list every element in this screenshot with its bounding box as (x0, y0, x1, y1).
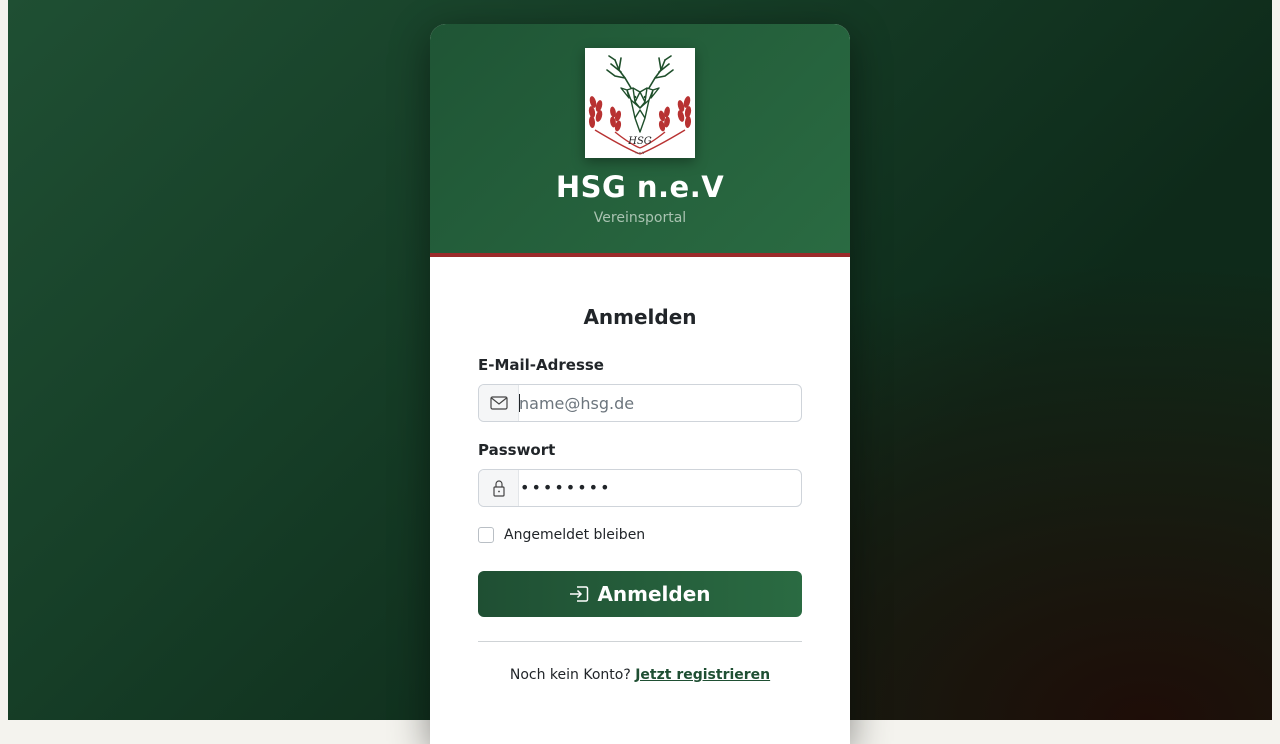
card-header: HSG n.e.V HSG n.e.V Vereinsportal (430, 24, 850, 257)
password-addon (479, 470, 519, 506)
password-field[interactable]: •••••••• (520, 470, 612, 506)
login-form-title: Anmelden (583, 305, 697, 329)
email-field[interactable] (519, 385, 799, 421)
divider (478, 641, 802, 642)
envelope-icon (489, 396, 508, 410)
email-label: E-Mail-Adresse (478, 356, 604, 374)
remember-label[interactable]: Angemeldet bleiben (504, 527, 645, 543)
register-prompt-text: Noch kein Konto? (509, 667, 631, 683)
login-button-label: Anmelden (597, 582, 711, 606)
sign-in-icon (569, 585, 589, 603)
email-input-group (478, 384, 802, 422)
lock-icon (492, 480, 505, 497)
logo-text: HSG (627, 136, 652, 147)
email-addon (479, 385, 519, 421)
login-button[interactable]: Anmelden (478, 571, 802, 617)
login-card: HSG n.e.V HSG n.e.V Vereinsportal Anmeld… (430, 24, 850, 744)
remember-me[interactable]: Angemeldet bleiben (478, 527, 645, 543)
deer-crest-icon: HSG n.e.V (588, 55, 692, 155)
brand-title: HSG n.e.V (555, 170, 725, 204)
password-label: Passwort (478, 441, 556, 459)
club-logo: HSG n.e.V (585, 48, 695, 158)
register-prompt: Noch kein Konto? Jetzt registrieren (430, 667, 850, 683)
text-caret (519, 394, 520, 412)
remember-checkbox[interactable] (478, 527, 494, 543)
brand-subtitle: Vereinsportal (593, 210, 687, 226)
register-link[interactable]: Jetzt registrieren (635, 667, 770, 683)
password-input-group: •••••••• (478, 469, 802, 507)
logo-small-text: n.e.V (636, 151, 646, 155)
